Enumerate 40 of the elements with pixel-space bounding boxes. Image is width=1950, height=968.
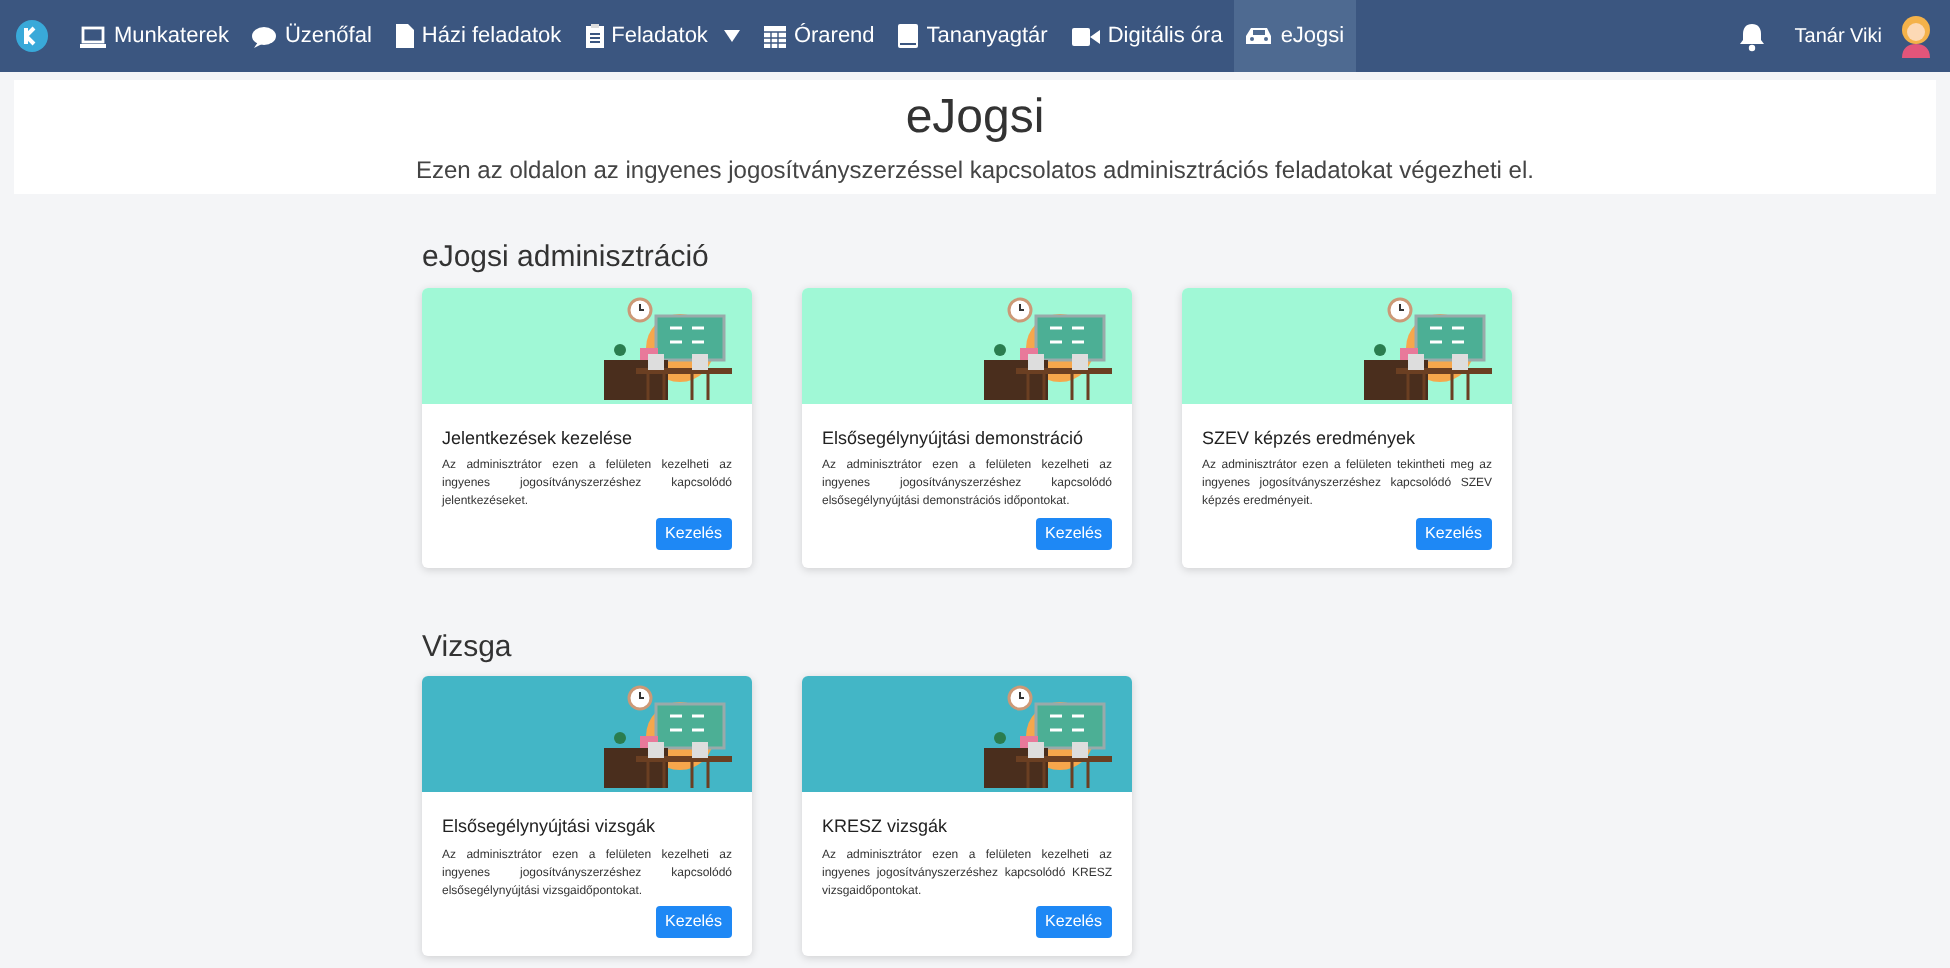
manage-button[interactable]: Kezelés (1035, 906, 1112, 938)
nav-link[interactable]: Házi feladatok (383, 0, 574, 72)
manage-button[interactable]: Kezelés (655, 517, 732, 549)
classroom-illustration (1364, 295, 1492, 399)
user-name[interactable]: Tanár Viki (1794, 21, 1882, 51)
section-title: eJogsi adminisztráció (422, 238, 711, 278)
page-subtitle: Ezen az oldalon az ingyenes jogosítványszerzéssel kapcsolatos adminisztrációs feladatokat végezheti el. (416, 153, 1534, 187)
section-title: Vizsga (422, 627, 514, 667)
manage-button[interactable]: Kezelés (1415, 517, 1492, 549)
clipboard-icon (585, 24, 604, 48)
car-icon (1246, 26, 1273, 46)
nav-link[interactable]: Digitális óra (1059, 0, 1235, 72)
card-title: Elsősegélynyújtási demonstráció (822, 425, 1086, 452)
document-icon (395, 24, 414, 48)
calendar-icon (763, 24, 786, 48)
nav-link[interactable]: Feladatok (573, 0, 752, 72)
card-title: Elsősegélynyújtási vizsgák (442, 814, 658, 840)
nav-link[interactable]: Tananyagtár (886, 0, 1060, 72)
nav-link[interactable]: Üzenőfal (240, 0, 384, 72)
speech-bubble-icon (252, 25, 277, 47)
logo-icon[interactable] (16, 20, 48, 52)
video-camera-icon (1071, 27, 1100, 45)
classroom-illustration (984, 684, 1112, 788)
card-title: KRESZ vizsgák (822, 814, 950, 840)
bell-icon[interactable] (1738, 21, 1767, 51)
caret-icon (723, 30, 740, 42)
nav-link[interactable]: Órarend (751, 0, 887, 72)
laptop-icon (80, 25, 106, 47)
manage-button[interactable]: Kezelés (1035, 517, 1112, 549)
nav-link[interactable]: Munkaterek (68, 0, 241, 72)
avatar-icon[interactable] (1898, 14, 1934, 58)
card-title: SZEV képzés eredmények (1202, 425, 1418, 452)
nav-link[interactable]: eJogsi (1234, 0, 1357, 72)
classroom-illustration (984, 295, 1112, 399)
page-title: eJogsi (905, 87, 1045, 147)
manage-button[interactable]: Kezelés (655, 906, 732, 938)
book-icon (898, 24, 919, 48)
classroom-illustration (604, 295, 732, 399)
classroom-illustration (604, 684, 732, 788)
card-title: Jelentkezések kezelése (442, 425, 635, 451)
